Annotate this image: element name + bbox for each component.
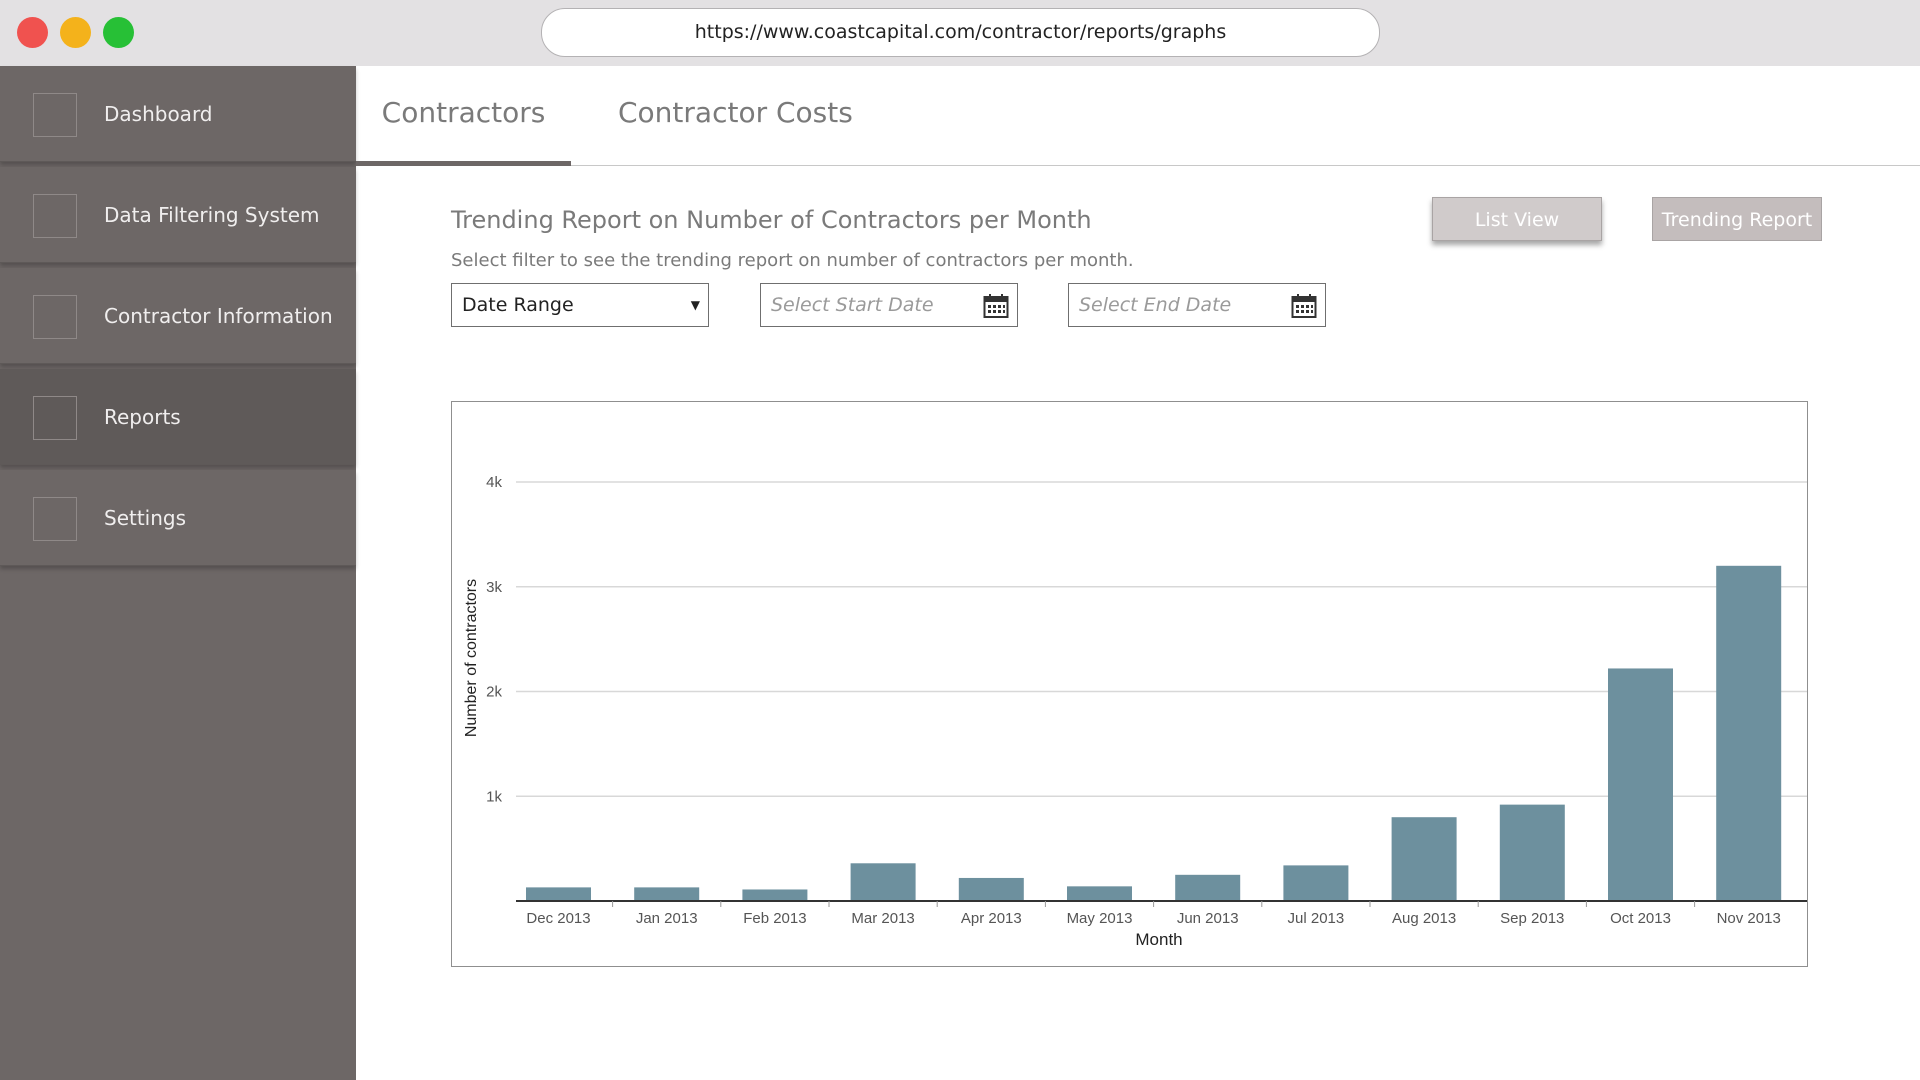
bar	[850, 863, 916, 901]
bar	[634, 887, 700, 901]
bar	[1067, 886, 1132, 901]
x-tick-label: Aug 2013	[1392, 910, 1456, 927]
sidebar-item-reports[interactable]: Reports	[0, 369, 356, 465]
end-date-placeholder: Select End Date	[1079, 294, 1232, 316]
sidebar: Dashboard Data Filtering System Contract…	[0, 66, 356, 1080]
caret-down-icon: ▼	[690, 298, 700, 312]
bar	[1499, 804, 1565, 901]
date-range-select-value: Date Range	[462, 294, 574, 316]
browser-chrome: https://www.coastcapital.com/contractor/…	[0, 0, 1920, 66]
sidebar-item-label: Reports	[104, 405, 181, 429]
date-range-select[interactable]: Date Range ▼	[451, 283, 709, 327]
page-title: Trending Report on Number of Contractors…	[451, 206, 1092, 234]
x-tick-label: May 2013	[1067, 910, 1133, 927]
calendar-icon[interactable]	[1291, 293, 1317, 319]
trending-report-button[interactable]: Trending Report	[1652, 197, 1822, 241]
settings-icon	[33, 497, 77, 541]
x-tick-label: Mar 2013	[851, 910, 914, 927]
minimize-window-button[interactable]	[60, 17, 91, 48]
list-view-button[interactable]: List View	[1432, 197, 1602, 241]
report-tabs: Contractors Contractor Costs	[356, 66, 1920, 166]
bar	[742, 889, 808, 901]
bar	[1175, 874, 1241, 901]
address-bar[interactable]: https://www.coastcapital.com/contractor/…	[541, 8, 1380, 57]
bar	[958, 877, 1024, 901]
sidebar-item-contractor-information[interactable]: Contractor Information	[0, 268, 356, 364]
contractor-icon	[33, 295, 77, 339]
reports-icon	[33, 396, 77, 440]
filter-icon	[33, 194, 77, 238]
sidebar-item-dashboard[interactable]: Dashboard	[0, 66, 356, 162]
x-tick-label: Jan 2013	[636, 910, 698, 927]
x-tick-label: Jun 2013	[1177, 910, 1239, 927]
bar	[1391, 817, 1457, 901]
x-tick-label: Dec 2013	[526, 910, 590, 927]
start-date-field[interactable]: Select Start Date	[760, 283, 1018, 327]
tab-contractor-costs[interactable]: Contractor Costs	[618, 66, 878, 166]
chart-container: 1k 2k 3k 4k Dec 2013 Jan 2013 Feb 2013 Mar 2013…	[451, 401, 1808, 967]
sidebar-item-settings[interactable]: Settings	[0, 470, 356, 566]
bar	[1716, 565, 1782, 901]
start-date-placeholder: Select Start Date	[771, 294, 934, 316]
x-tick-label: Apr 2013	[961, 910, 1022, 927]
y-tick-label: 4k	[486, 474, 502, 491]
end-date-field[interactable]: Select End Date	[1068, 283, 1326, 327]
x-tick-label: Jul 2013	[1288, 910, 1345, 927]
y-tick-label: 2k	[486, 684, 502, 701]
sidebar-item-data-filtering[interactable]: Data Filtering System	[0, 167, 356, 263]
close-window-button[interactable]	[17, 17, 48, 48]
x-tick-label: Sep 2013	[1500, 910, 1564, 927]
bar	[1608, 668, 1673, 901]
x-tick-label: Oct 2013	[1610, 910, 1671, 927]
sidebar-item-label: Data Filtering System	[104, 203, 320, 227]
sidebar-item-label: Contractor Information	[104, 304, 333, 328]
y-tick-label: 3k	[486, 579, 502, 596]
calendar-icon[interactable]	[983, 293, 1009, 319]
contractors-bar-chart: 1k 2k 3k 4k Dec 2013 Jan 2013 Feb 2013 Mar 2013…	[463, 474, 1807, 949]
x-tick-label: Nov 2013	[1717, 910, 1781, 927]
bar	[526, 887, 591, 901]
x-tick-label: Feb 2013	[743, 910, 806, 927]
maximize-window-button[interactable]	[103, 17, 134, 48]
y-tick-label: 1k	[486, 788, 502, 805]
y-axis-title: Number of contractors	[463, 579, 480, 737]
bar	[1283, 865, 1349, 901]
x-axis-title: Month	[1135, 930, 1182, 949]
tab-contractors[interactable]: Contractors	[356, 66, 571, 166]
dashboard-icon	[33, 93, 77, 137]
sidebar-item-label: Dashboard	[104, 102, 213, 126]
sidebar-item-label: Settings	[104, 506, 187, 530]
page-subtitle: Select filter to see the trending report…	[451, 250, 1134, 271]
